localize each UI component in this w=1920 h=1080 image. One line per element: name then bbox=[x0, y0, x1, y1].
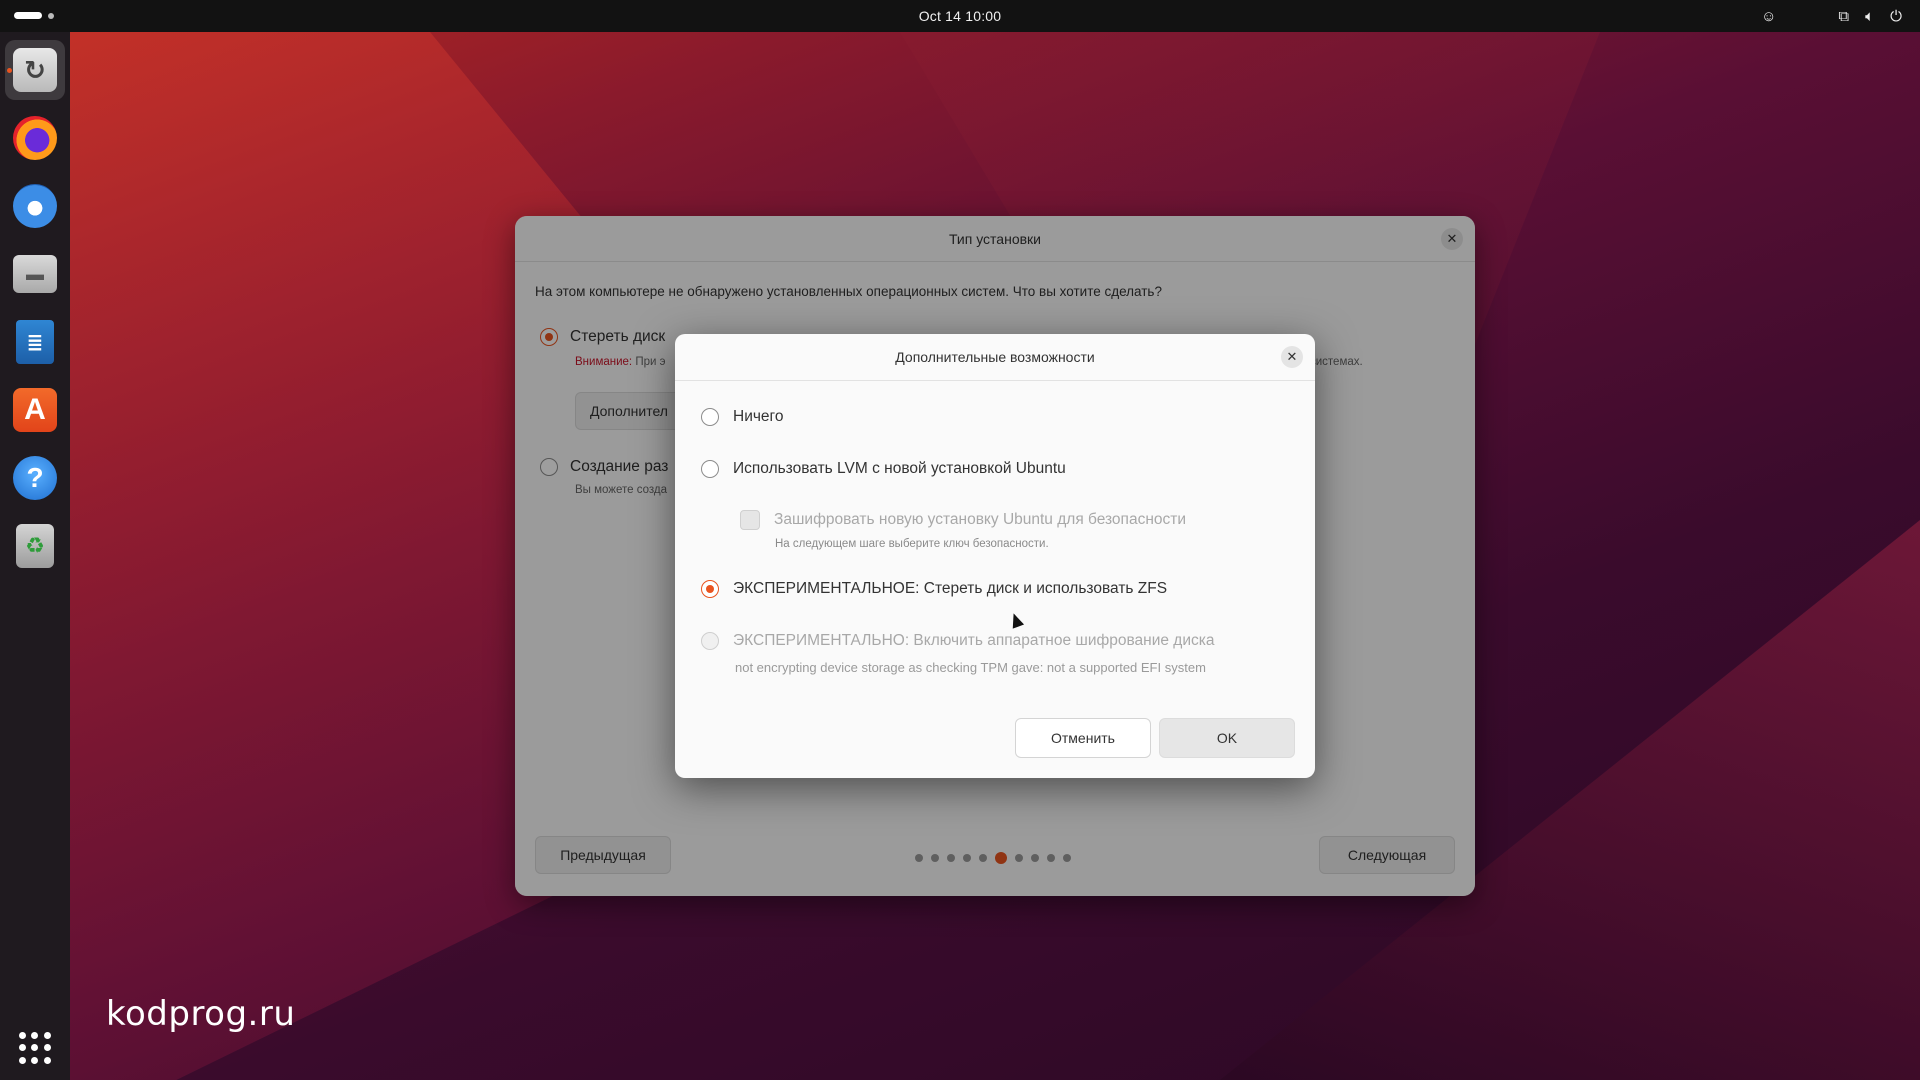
system-tray[interactable]: ☺ ⧉ 🔈︎ ⏻ bbox=[1761, 0, 1902, 32]
option-zfs-label: ЭКСПЕРИМЕНТАЛЬНОЕ: Стереть диск и исполь… bbox=[733, 580, 1168, 597]
option-hw-encrypt: ЭКСПЕРИМЕНТАЛЬНО: Включить аппаратное ши… bbox=[701, 632, 1215, 650]
checkbox-encrypt[interactable] bbox=[740, 510, 760, 530]
option-lvm[interactable]: Использовать LVM с новой установкой Ubun… bbox=[701, 460, 1066, 478]
writer-icon: ≣ bbox=[16, 320, 54, 364]
installer-icon: ↻ bbox=[13, 48, 57, 92]
top-bar: Oct 14 10:00 ☺ ⧉ 🔈︎ ⏻ bbox=[0, 0, 1920, 32]
help-icon: ? bbox=[13, 456, 57, 500]
activities-button[interactable] bbox=[14, 12, 54, 19]
option-encrypt-label: Зашифровать новую установку Ubuntu для б… bbox=[774, 511, 1187, 528]
dock-item-trash[interactable]: ♻ bbox=[5, 516, 65, 576]
trash-icon: ♻ bbox=[16, 524, 54, 568]
radio-lvm[interactable] bbox=[701, 460, 719, 478]
dock-item-firefox[interactable] bbox=[5, 108, 65, 168]
option-none-label: Ничего bbox=[733, 408, 784, 425]
radio-hw-encrypt bbox=[701, 632, 719, 650]
app-center-icon: A bbox=[13, 388, 57, 432]
dock-item-thunderbird[interactable] bbox=[5, 176, 65, 236]
dock-item-files[interactable]: ▬ bbox=[5, 244, 65, 304]
option-lvm-label: Использовать LVM с новой установкой Ubun… bbox=[733, 460, 1066, 477]
clock[interactable]: Oct 14 10:00 bbox=[919, 8, 1002, 24]
dialog-close-icon[interactable]: ✕ bbox=[1281, 346, 1303, 368]
option-none[interactable]: Ничего bbox=[701, 408, 783, 426]
dialog-titlebar: Дополнительные возможности ✕ bbox=[675, 334, 1315, 381]
network-icon[interactable]: ⧉ bbox=[1838, 8, 1849, 25]
dock-item-help[interactable]: ? bbox=[5, 448, 65, 508]
option-hw-encrypt-label: ЭКСПЕРИМЕНТАЛЬНО: Включить аппаратное ши… bbox=[733, 632, 1215, 649]
thunderbird-icon bbox=[13, 184, 57, 228]
ok-button[interactable]: OK bbox=[1159, 718, 1295, 758]
files-icon: ▬ bbox=[13, 255, 57, 293]
advanced-features-dialog: Дополнительные возможности ✕ Ничего Испо… bbox=[675, 334, 1315, 778]
cancel-button[interactable]: Отменить bbox=[1015, 718, 1151, 758]
dock: ↻ ▬ ≣ A ? ♻ bbox=[0, 32, 70, 1080]
power-icon[interactable]: ⏻ bbox=[1890, 8, 1902, 25]
radio-none[interactable] bbox=[701, 408, 719, 426]
dock-item-app-center[interactable]: A bbox=[5, 380, 65, 440]
dock-item-writer[interactable]: ≣ bbox=[5, 312, 65, 372]
radio-zfs[interactable] bbox=[701, 580, 719, 598]
volume-icon[interactable]: 🔈︎ bbox=[1865, 8, 1874, 25]
option-encrypt-note: На следующем шаге выберите ключ безопасн… bbox=[775, 538, 1049, 550]
dialog-title: Дополнительные возможности bbox=[895, 349, 1095, 365]
accessibility-icon[interactable]: ☺ bbox=[1761, 8, 1776, 25]
option-zfs[interactable]: ЭКСПЕРИМЕНТАЛЬНОЕ: Стереть диск и исполь… bbox=[701, 580, 1167, 598]
firefox-icon bbox=[13, 116, 57, 160]
option-hw-encrypt-note: not encrypting device storage as checkin… bbox=[735, 660, 1206, 675]
dock-item-installer[interactable]: ↻ bbox=[5, 40, 65, 100]
running-indicator bbox=[7, 68, 12, 73]
watermark: kodprog.ru bbox=[106, 994, 296, 1034]
option-encrypt[interactable]: Зашифровать новую установку Ubuntu для б… bbox=[740, 510, 1186, 530]
show-apps-grid-icon[interactable] bbox=[19, 1032, 51, 1064]
